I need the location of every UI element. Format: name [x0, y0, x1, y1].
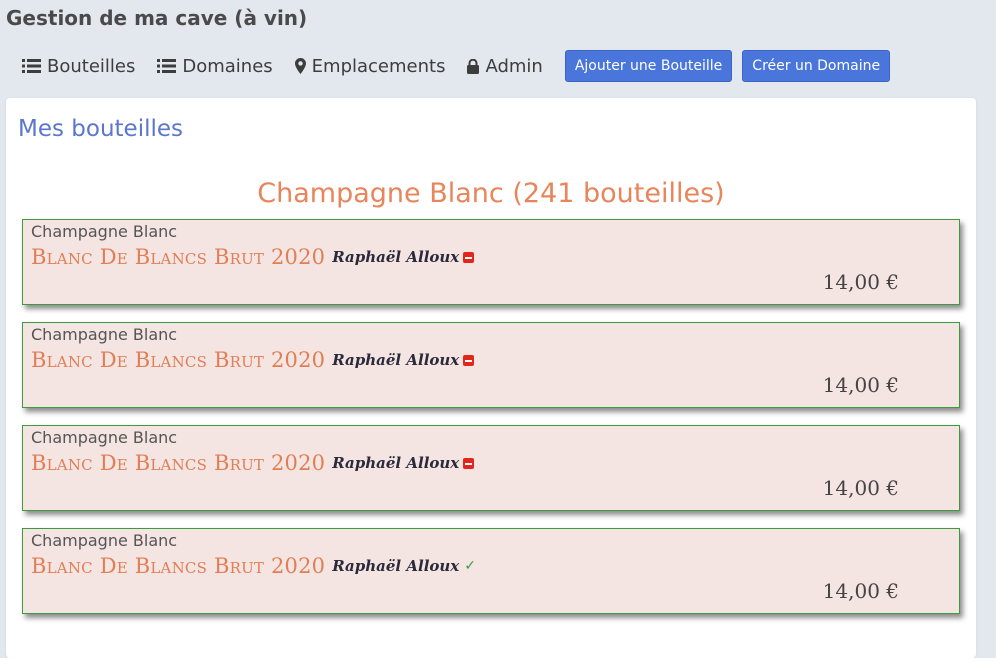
group-title: Champagne Blanc (241 bouteilles): [257, 178, 725, 209]
unavailable-icon: [463, 251, 475, 263]
bottle-name[interactable]: Blanc De Blancs Brut 2020: [31, 554, 325, 578]
bottle-card[interactable]: Champagne Blanc Blanc De Blancs Brut 202…: [22, 219, 960, 305]
bottle-producer[interactable]: Raphaël Alloux: [332, 248, 459, 266]
check-icon: ✓: [464, 558, 476, 574]
list-icon: [157, 59, 177, 73]
main-nav: Bouteilles Domaines Emplacements Admin A…: [22, 50, 900, 82]
bottle-name[interactable]: Blanc De Blancs Brut 2020: [31, 451, 325, 475]
bottle-type: Champagne Blanc: [31, 428, 178, 447]
nav-admin-label: Admin: [485, 55, 543, 77]
nav-bouteilles[interactable]: Bouteilles: [22, 56, 135, 77]
bottle-name[interactable]: Blanc De Blancs Brut 2020: [31, 348, 325, 372]
bottle-producer[interactable]: Raphaël Alloux: [332, 351, 459, 369]
bottle-type: Champagne Blanc: [31, 531, 178, 550]
bottle-type: Champagne Blanc: [31, 325, 178, 344]
nav-bouteilles-label: Bouteilles: [47, 55, 136, 77]
nav-admin[interactable]: Admin: [467, 55, 543, 77]
map-marker-icon: [294, 58, 306, 74]
bottle-type: Champagne Blanc: [31, 222, 178, 241]
lock-icon: [467, 58, 480, 74]
nav-domaines-label: Domaines: [182, 55, 273, 77]
bottle-price: 14,00 €: [822, 270, 899, 294]
bottle-price: 14,00 €: [822, 579, 899, 603]
bottle-list: Champagne Blanc Blanc De Blancs Brut 202…: [22, 219, 960, 631]
add-bottle-button[interactable]: Ajouter une Bouteille: [564, 50, 733, 82]
nav-emplacements-label: Emplacements: [311, 55, 446, 77]
app-title: Gestion de ma cave (à vin): [6, 6, 308, 30]
bottle-card[interactable]: Champagne Blanc Blanc De Blancs Brut 202…: [22, 425, 960, 511]
bottle-producer[interactable]: Raphaël Alloux: [332, 557, 459, 575]
page-title: Mes bouteilles: [18, 116, 184, 142]
unavailable-icon: [463, 457, 475, 469]
nav-domaines[interactable]: Domaines: [157, 55, 273, 77]
nav-emplacements[interactable]: Emplacements: [294, 55, 446, 77]
bottle-price: 14,00 €: [822, 373, 899, 397]
unavailable-icon: [463, 354, 475, 366]
bottle-card[interactable]: Champagne Blanc Blanc De Blancs Brut 202…: [22, 528, 960, 614]
bottle-card[interactable]: Champagne Blanc Blanc De Blancs Brut 202…: [22, 322, 960, 408]
bottle-price: 14,00 €: [822, 476, 899, 500]
bottle-name[interactable]: Blanc De Blancs Brut 2020: [31, 245, 325, 269]
bottles-panel: Mes bouteilles Champagne Blanc (241 bout…: [6, 98, 976, 658]
list-icon: [22, 59, 41, 73]
create-domain-button[interactable]: Créer un Domaine: [742, 50, 891, 82]
bottle-producer[interactable]: Raphaël Alloux: [332, 454, 459, 472]
